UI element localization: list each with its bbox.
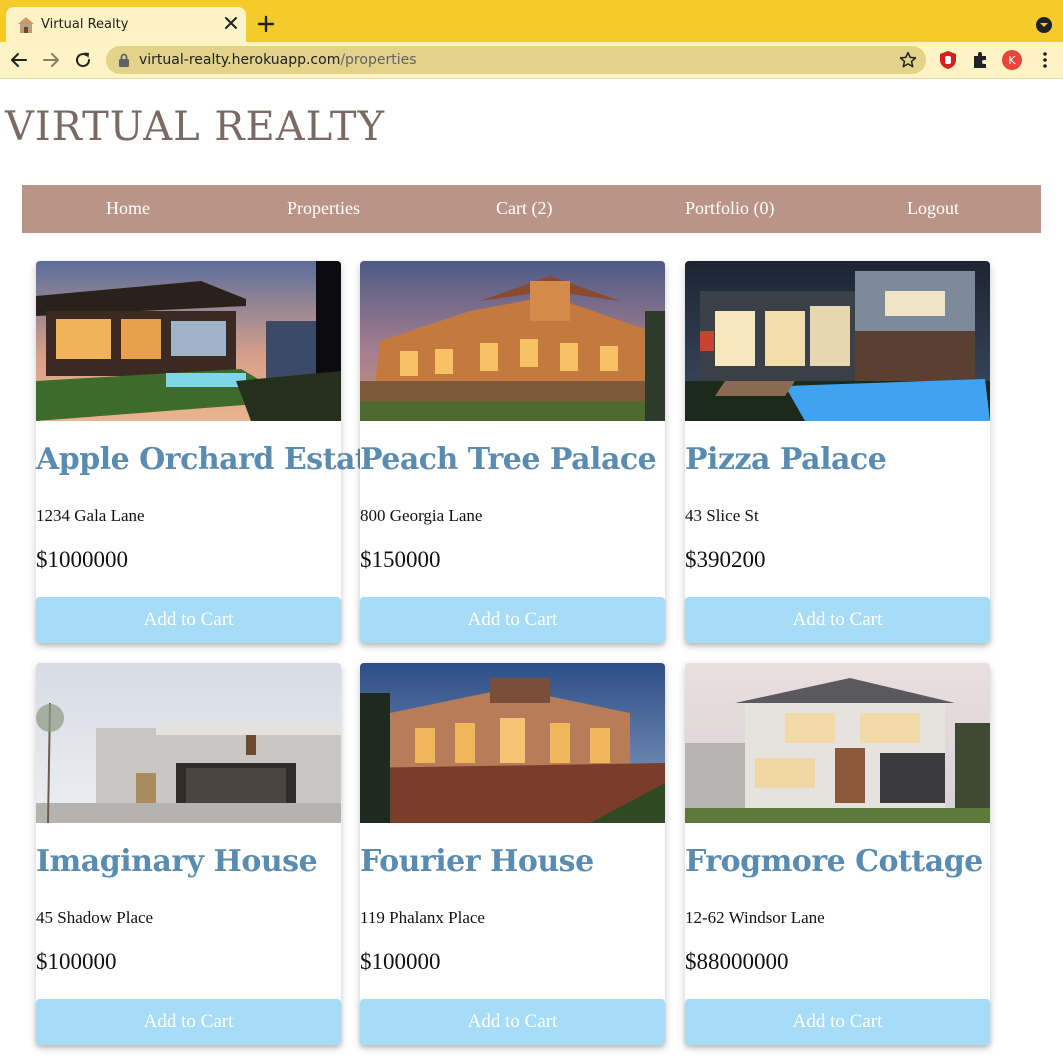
tab-title: Virtual Realty bbox=[41, 17, 129, 32]
extensions-puzzle-icon[interactable] bbox=[970, 50, 990, 70]
browser-menu-kebab-icon[interactable] bbox=[1035, 50, 1055, 70]
property-card: Peach Tree Palace 800 Georgia Lane $1500… bbox=[360, 261, 665, 643]
property-address: 1234 Gala Lane bbox=[36, 506, 145, 525]
bookmark-star-icon[interactable] bbox=[898, 50, 918, 70]
property-address: 800 Georgia Lane bbox=[360, 506, 483, 525]
add-to-cart-button[interactable]: Add to Cart bbox=[360, 597, 665, 643]
property-price: $150000 bbox=[360, 547, 441, 572]
property-name: Frogmore Cottage bbox=[685, 844, 983, 879]
forward-arrow-icon[interactable] bbox=[41, 50, 61, 70]
house-favicon-icon bbox=[18, 17, 34, 33]
close-tab-icon[interactable] bbox=[221, 13, 241, 33]
browser-toolbar: virtual-realty.herokuapp.com/properties … bbox=[0, 42, 1063, 79]
property-card: Pizza Palace 43 Slice St $390200 Add to … bbox=[685, 261, 990, 643]
nav-portfolio-link[interactable]: Portfolio (0) bbox=[685, 198, 775, 219]
new-tab-plus-icon[interactable] bbox=[256, 14, 276, 34]
property-card: Fourier House 119 Phalanx Place $100000 … bbox=[360, 663, 665, 1045]
property-photo bbox=[36, 663, 341, 823]
property-photo bbox=[360, 261, 665, 421]
property-name: Pizza Palace bbox=[685, 442, 887, 477]
url-domain: virtual-realty.herokuapp.com bbox=[139, 52, 341, 68]
nav-home-link[interactable]: Home bbox=[106, 198, 150, 219]
property-card: Frogmore Cottage 12-62 Windsor Lane $880… bbox=[685, 663, 990, 1045]
add-to-cart-button[interactable]: Add to Cart bbox=[36, 597, 341, 643]
property-card: Imaginary House 45 Shadow Place $100000 … bbox=[36, 663, 341, 1045]
property-price: $100000 bbox=[360, 949, 441, 974]
property-address: 45 Shadow Place bbox=[36, 908, 154, 927]
url-path: /properties bbox=[340, 52, 417, 68]
browser-tab-strip: Virtual Realty bbox=[0, 0, 1063, 42]
profile-initial: K bbox=[1008, 54, 1016, 67]
lock-icon bbox=[119, 53, 129, 67]
property-address: 12-62 Windsor Lane bbox=[685, 908, 825, 927]
add-to-cart-button[interactable]: Add to Cart bbox=[360, 999, 665, 1045]
back-arrow-icon[interactable] bbox=[9, 50, 29, 70]
property-address: 43 Slice St bbox=[685, 506, 759, 525]
property-photo bbox=[685, 663, 990, 823]
property-card: Apple Orchard Estate 1234 Gala Lane $100… bbox=[36, 261, 387, 643]
site-title: VIRTUAL REALTY bbox=[5, 104, 386, 150]
property-price: $1000000 bbox=[36, 547, 128, 572]
ublock-extension-icon[interactable] bbox=[938, 50, 958, 70]
add-to-cart-button[interactable]: Add to Cart bbox=[685, 597, 990, 643]
property-address: 119 Phalanx Place bbox=[360, 908, 485, 927]
property-name: Apple Orchard Estate bbox=[36, 442, 387, 477]
nav-properties-link[interactable]: Properties bbox=[287, 198, 360, 219]
tab-search-dropdown-icon[interactable] bbox=[1034, 15, 1054, 35]
property-price: $88000000 bbox=[685, 949, 789, 974]
property-photo bbox=[36, 261, 341, 421]
property-name: Fourier House bbox=[360, 844, 594, 879]
reload-icon[interactable] bbox=[73, 50, 93, 70]
add-to-cart-button[interactable]: Add to Cart bbox=[36, 999, 341, 1045]
url-text: virtual-realty.herokuapp.com/properties bbox=[139, 52, 417, 68]
property-photo bbox=[360, 663, 665, 823]
property-price: $100000 bbox=[36, 949, 117, 974]
main-navbar: Home Properties Cart (2) Portfolio (0) L… bbox=[22, 185, 1041, 233]
address-bar[interactable]: virtual-realty.herokuapp.com/properties bbox=[106, 46, 926, 74]
property-price: $390200 bbox=[685, 547, 766, 572]
nav-cart-link[interactable]: Cart (2) bbox=[496, 198, 552, 219]
add-to-cart-button[interactable]: Add to Cart bbox=[685, 999, 990, 1045]
profile-avatar-icon[interactable]: K bbox=[1002, 50, 1022, 70]
nav-logout-link[interactable]: Logout bbox=[907, 198, 959, 219]
property-name: Peach Tree Palace bbox=[360, 442, 657, 477]
property-photo bbox=[685, 261, 990, 421]
browser-tab[interactable]: Virtual Realty bbox=[6, 7, 246, 42]
property-name: Imaginary House bbox=[36, 844, 318, 879]
